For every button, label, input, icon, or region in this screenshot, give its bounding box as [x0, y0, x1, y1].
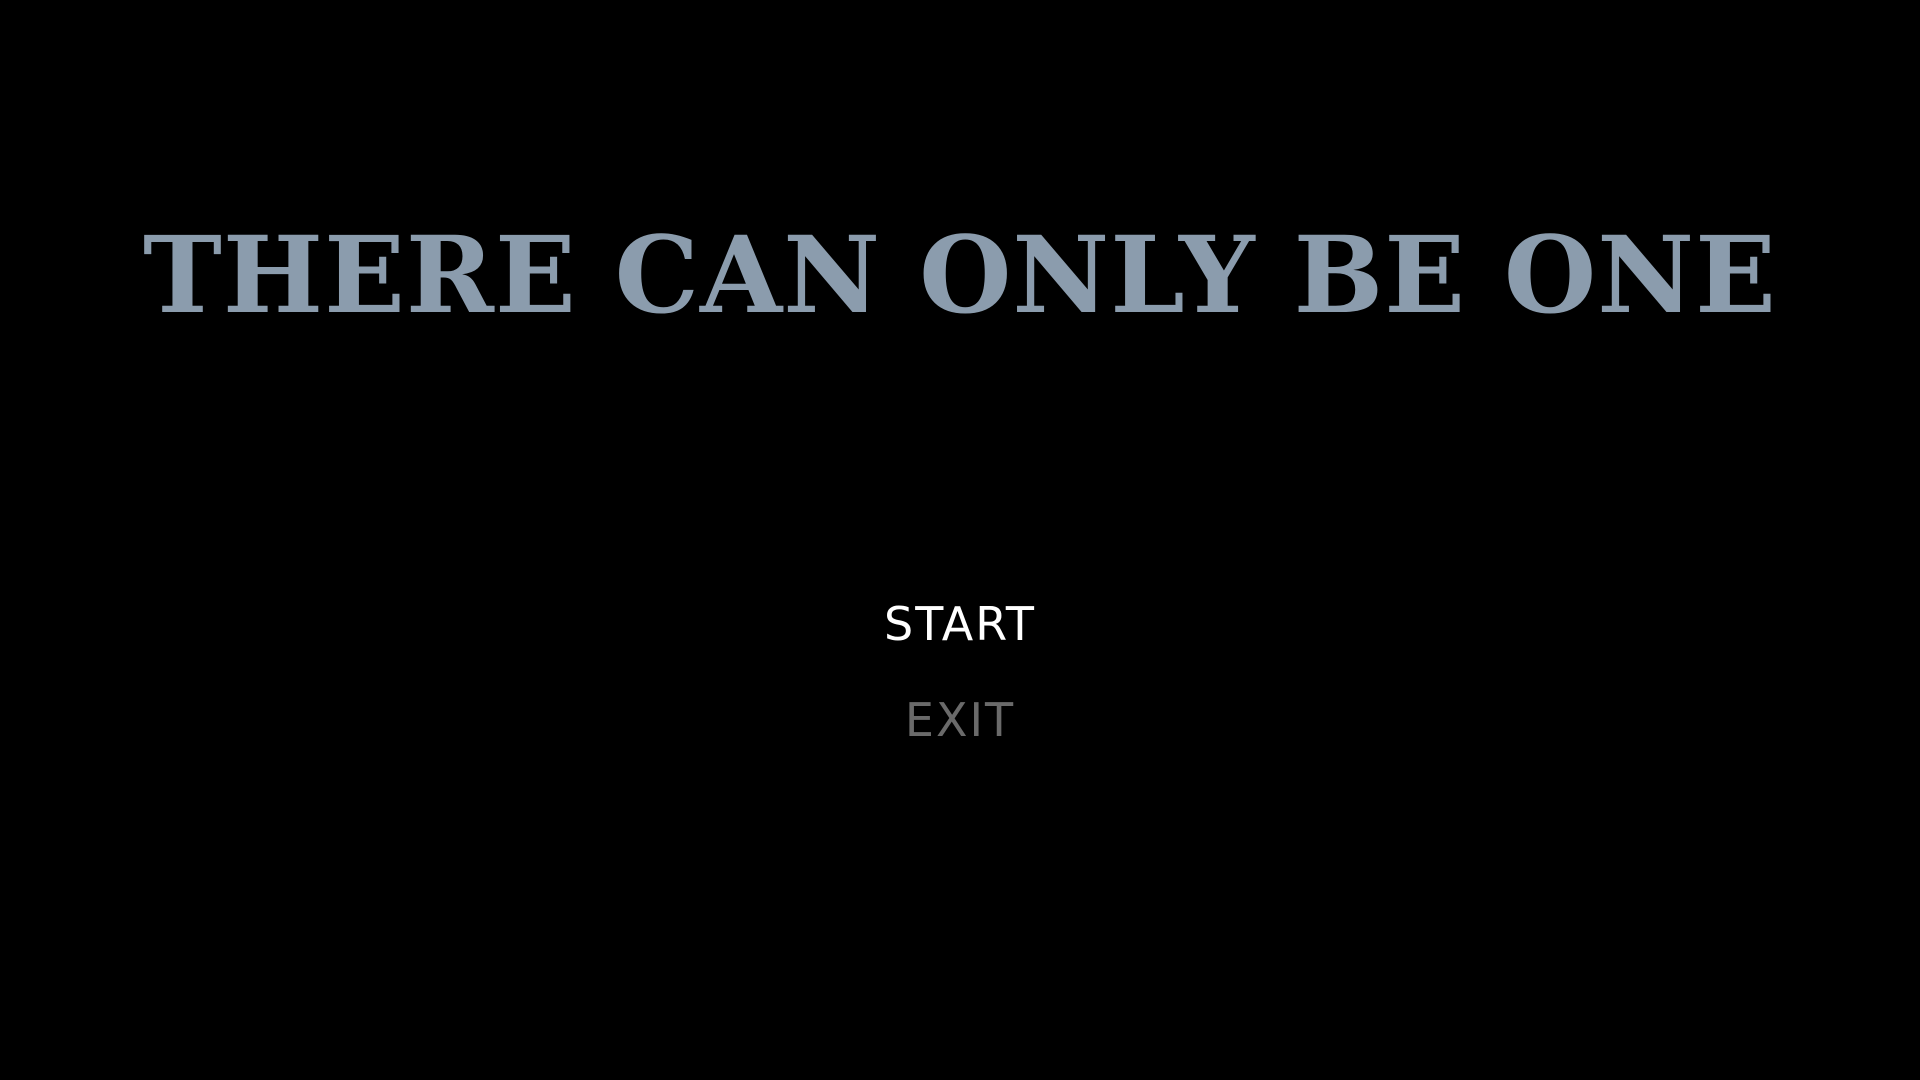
main-menu-screen: THERE CAN ONLY BE ONE START EXIT: [0, 0, 1920, 1080]
game-title: THERE CAN ONLY BE ONE: [143, 212, 1777, 337]
exit-button[interactable]: EXIT: [0, 693, 1920, 747]
start-button[interactable]: START: [0, 597, 1920, 651]
exit-button-label[interactable]: EXIT: [893, 693, 1027, 747]
start-button-label[interactable]: START: [872, 597, 1048, 651]
